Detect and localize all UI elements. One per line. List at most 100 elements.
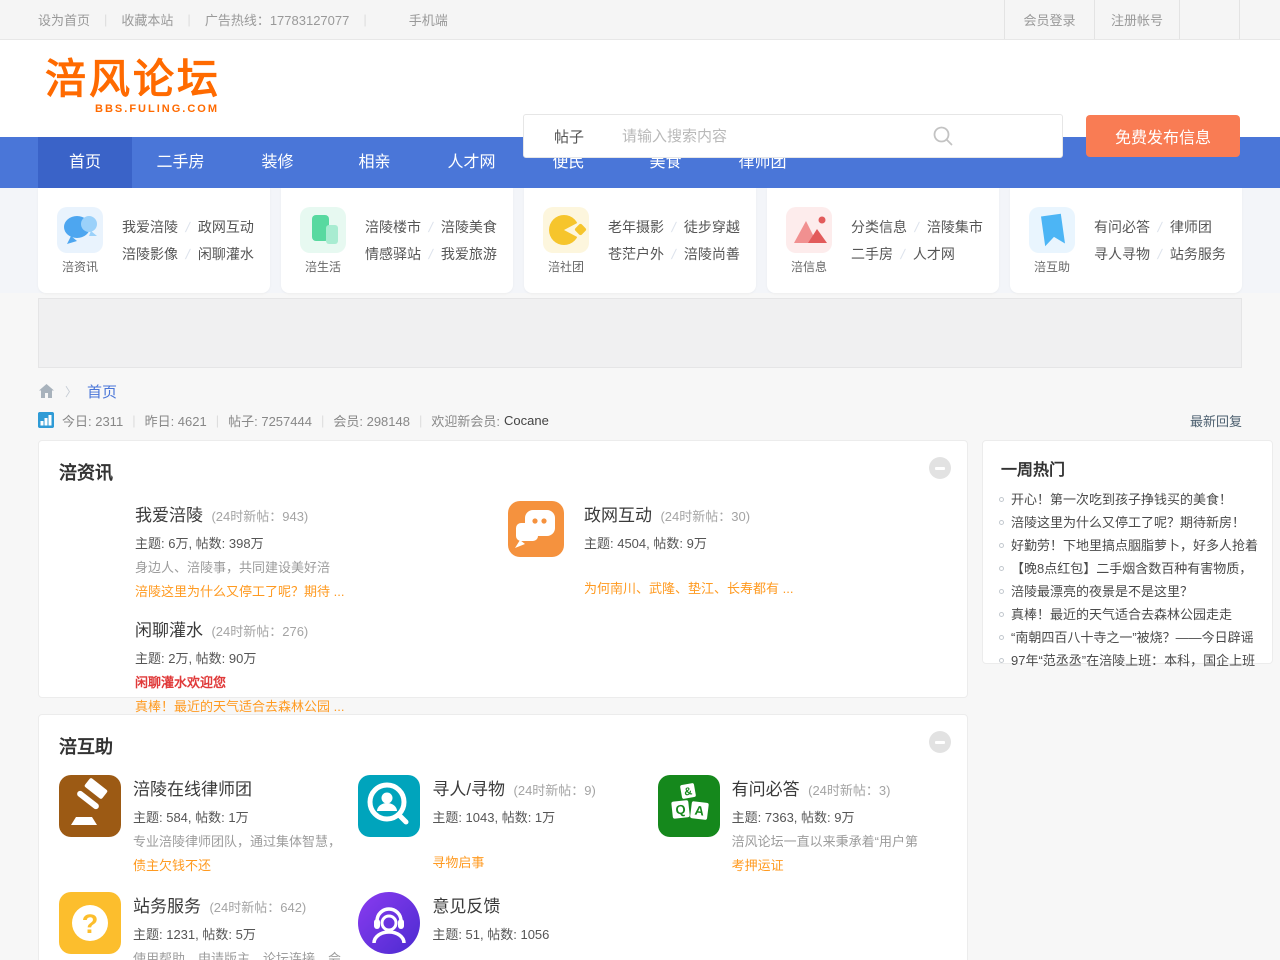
home-icon[interactable] — [38, 383, 55, 399]
breadcrumb-home-link[interactable]: 首页 — [87, 381, 117, 402]
hot-thread-link[interactable]: “南朝四百八十寺之一”被烧？——今日辟谣 — [1011, 626, 1254, 649]
forum-stats: 主题: 584, 帖数: 1万 — [133, 807, 341, 826]
topbar: 设为首页| 收藏本站| 广告热线：17783127077| 手机端 会员登录 注… — [0, 0, 1280, 40]
section-title: 涪资讯 — [59, 463, 113, 483]
forum-title[interactable]: 意见反馈 — [432, 897, 500, 916]
pacman-icon — [543, 207, 589, 253]
mobile-version-link[interactable]: 手机端 — [409, 10, 448, 29]
divider: | — [187, 12, 190, 27]
forum-new-posts: (24时新帖：943) — [211, 509, 308, 524]
login-link[interactable]: 会员登录 — [1004, 0, 1094, 39]
forum-hot-thread-link[interactable]: 为何南川、武隆、垫江、长寿都有 ... — [584, 578, 793, 597]
hot-thread-link[interactable]: 97年“范丞丞”在涪陵上班：本科，国企上班 — [1011, 649, 1255, 672]
forum-block-zhanwu: ? 站务服务 (24时新帖：642) 主题: 1231, 帖数: 5万 使用帮助… — [59, 892, 348, 960]
nav-item-dating[interactable]: 相亲 — [326, 137, 423, 188]
forum-hot-thread-link[interactable]: 考押运证 — [732, 855, 918, 874]
bullet-icon — [999, 635, 1004, 640]
topbar-empty-cell — [1179, 0, 1239, 39]
nav-item-jobs[interactable]: 人才网 — [423, 137, 520, 188]
collapse-button[interactable] — [929, 731, 951, 753]
forum-new-posts: (24时新帖：276) — [211, 624, 308, 639]
card-link[interactable]: 分类信息 — [851, 217, 907, 237]
card-link[interactable]: 二手房 — [851, 244, 893, 264]
forum-desc: 使用帮助、申请版主、论坛连接、会 — [133, 948, 341, 960]
hot-thread-link[interactable]: 【晚8点红包】二手烟含数百种有害物质， — [1011, 557, 1252, 580]
hot-thread-link[interactable]: 开心！第一次吃到孩子挣钱买的美食！ — [1011, 488, 1232, 511]
card-link[interactable]: 涪陵集市 — [927, 217, 983, 237]
forum-title[interactable]: 闲聊灌水 — [135, 621, 203, 640]
forum-block-woaifuling: 我爱涪陵 (24时新帖：943) 主题: 6万, 帖数: 398万 身边人、涪陵… — [59, 501, 498, 600]
forum-stats: 主题: 6万, 帖数: 398万 — [135, 533, 344, 552]
card-link[interactable]: 我爱涪陵 — [122, 217, 178, 237]
forum-desc: 专业涪陵律师团队，通过集体智慧， — [133, 831, 341, 850]
search-category-select[interactable]: 帖子 — [524, 126, 622, 147]
search-box: 帖子 — [523, 114, 1063, 158]
forum-block-xianliao: 闲聊灌水 (24时新帖：276) 主题: 2万, 帖数: 90万 闲聊灌水欢迎您… — [59, 616, 498, 715]
forum-new-posts: (24时新帖：3) — [808, 783, 890, 798]
bookmark-site-link[interactable]: 收藏本站 — [121, 10, 173, 29]
latest-reply-link[interactable]: 最新回复 — [1190, 411, 1242, 430]
green-cards-icon — [300, 207, 346, 253]
card-link[interactable]: 有问必答 — [1094, 217, 1150, 237]
new-member-link[interactable]: Cocane — [504, 413, 549, 428]
card-link[interactable]: 老年摄影 — [608, 217, 664, 237]
hot-thread-link[interactable]: 好勤劳！下地里搞点胭脂萝卜，好多人抢着 — [1011, 534, 1258, 557]
hot-thread-link[interactable]: 涪陵这里为什么又停工了呢？期待新房！ — [1011, 511, 1245, 534]
forum-icon-placeholder — [59, 501, 115, 557]
card-link[interactable]: 我爱旅游 — [441, 244, 497, 264]
card-label[interactable]: 涪资讯 — [54, 258, 106, 275]
forum-title[interactable]: 站务服务 — [133, 897, 201, 916]
forum-title[interactable]: 我爱涪陵 — [135, 506, 203, 525]
forum-title[interactable]: 寻人/寻物 — [432, 780, 505, 799]
bullet-icon — [999, 497, 1004, 502]
headset-icon — [358, 892, 420, 954]
hot-thread-link[interactable]: 真棒！最近的天气适合去森林公园走走 — [1011, 603, 1232, 626]
card-link[interactable]: 涪陵尚善 — [684, 244, 740, 264]
category-card-xinxi: 涪信息 分类信息/涪陵集市 二手房/人才网 — [767, 188, 999, 293]
nav-item-home[interactable]: 首页 — [38, 137, 132, 188]
card-link[interactable]: 律师团 — [1170, 217, 1212, 237]
forum-hot-thread-link[interactable]: 寻物启事 — [432, 852, 596, 871]
card-link[interactable]: 涪陵美食 — [441, 217, 497, 237]
site-logo[interactable]: 涪风论坛 BBS.FULING.COM — [45, 56, 221, 115]
forum-new-posts: (24时新帖：30) — [660, 509, 750, 524]
svg-text:Q: Q — [674, 801, 686, 817]
search-input[interactable] — [622, 128, 932, 145]
card-link[interactable]: 人才网 — [913, 244, 955, 264]
hot-thread-link[interactable]: 涪陵最漂亮的夜景是不是这里？ — [1011, 580, 1193, 603]
set-home-link[interactable]: 设为首页 — [38, 10, 90, 29]
forum-hot-thread-link[interactable]: 债主欠钱不还 — [133, 855, 341, 874]
bullet-icon — [999, 520, 1004, 525]
chat-bubbles-icon — [508, 501, 564, 557]
forum-desc: 涪风论坛一直以来秉承着“用户第 — [732, 831, 918, 850]
card-link[interactable]: 情感驿站 — [365, 244, 421, 264]
forum-hot-thread-link[interactable]: 涪陵这里为什么又停工了呢？期待 ... — [135, 581, 344, 600]
forum-title[interactable]: 有问必答 — [732, 780, 800, 799]
publish-info-button[interactable]: 免费发布信息 — [1086, 115, 1240, 157]
card-link[interactable]: 寻人寻物 — [1094, 244, 1150, 264]
search-icon[interactable] — [932, 125, 954, 147]
card-link[interactable]: 涪陵楼市 — [365, 217, 421, 237]
card-label[interactable]: 涪互助 — [1026, 258, 1078, 275]
collapse-button[interactable] — [929, 457, 951, 479]
nav-item-secondhand-house[interactable]: 二手房 — [132, 137, 229, 188]
hot-list-item: 【晚8点红包】二手烟含数百种有害物质， — [997, 557, 1258, 580]
forum-title[interactable]: 涪陵在线律师团 — [133, 780, 252, 799]
card-link[interactable]: 涪陵影像 — [122, 244, 178, 264]
forum-title[interactable]: 政网互动 — [584, 506, 652, 525]
category-card-shenghuo: 涪生活 涪陵楼市/涪陵美食 情感驿站/我爱旅游 — [281, 188, 513, 293]
card-link[interactable]: 苍茫户外 — [608, 244, 664, 264]
card-link[interactable]: 政网互动 — [198, 217, 254, 237]
card-label[interactable]: 涪社团 — [540, 258, 592, 275]
card-label[interactable]: 涪生活 — [297, 258, 349, 275]
hot-list-item: 开心！第一次吃到孩子挣钱买的美食！ — [997, 488, 1258, 511]
forum-hot-thread-link[interactable]: 真棒！最近的天气适合去森林公园 ... — [135, 696, 344, 715]
nav-item-decoration[interactable]: 装修 — [229, 137, 326, 188]
section-zixun: 涪资讯 我爱涪陵 (24时新帖：943) 主题: 6万, 帖数: 398万 身边… — [38, 440, 968, 698]
card-link[interactable]: 站务服务 — [1170, 244, 1226, 264]
card-label[interactable]: 涪信息 — [783, 258, 835, 275]
forum-stats: 主题: 4504, 帖数: 9万 — [584, 533, 793, 552]
register-link[interactable]: 注册帐号 — [1094, 0, 1179, 39]
card-link[interactable]: 徒步穿越 — [684, 217, 740, 237]
card-link[interactable]: 闲聊灌水 — [198, 244, 254, 264]
